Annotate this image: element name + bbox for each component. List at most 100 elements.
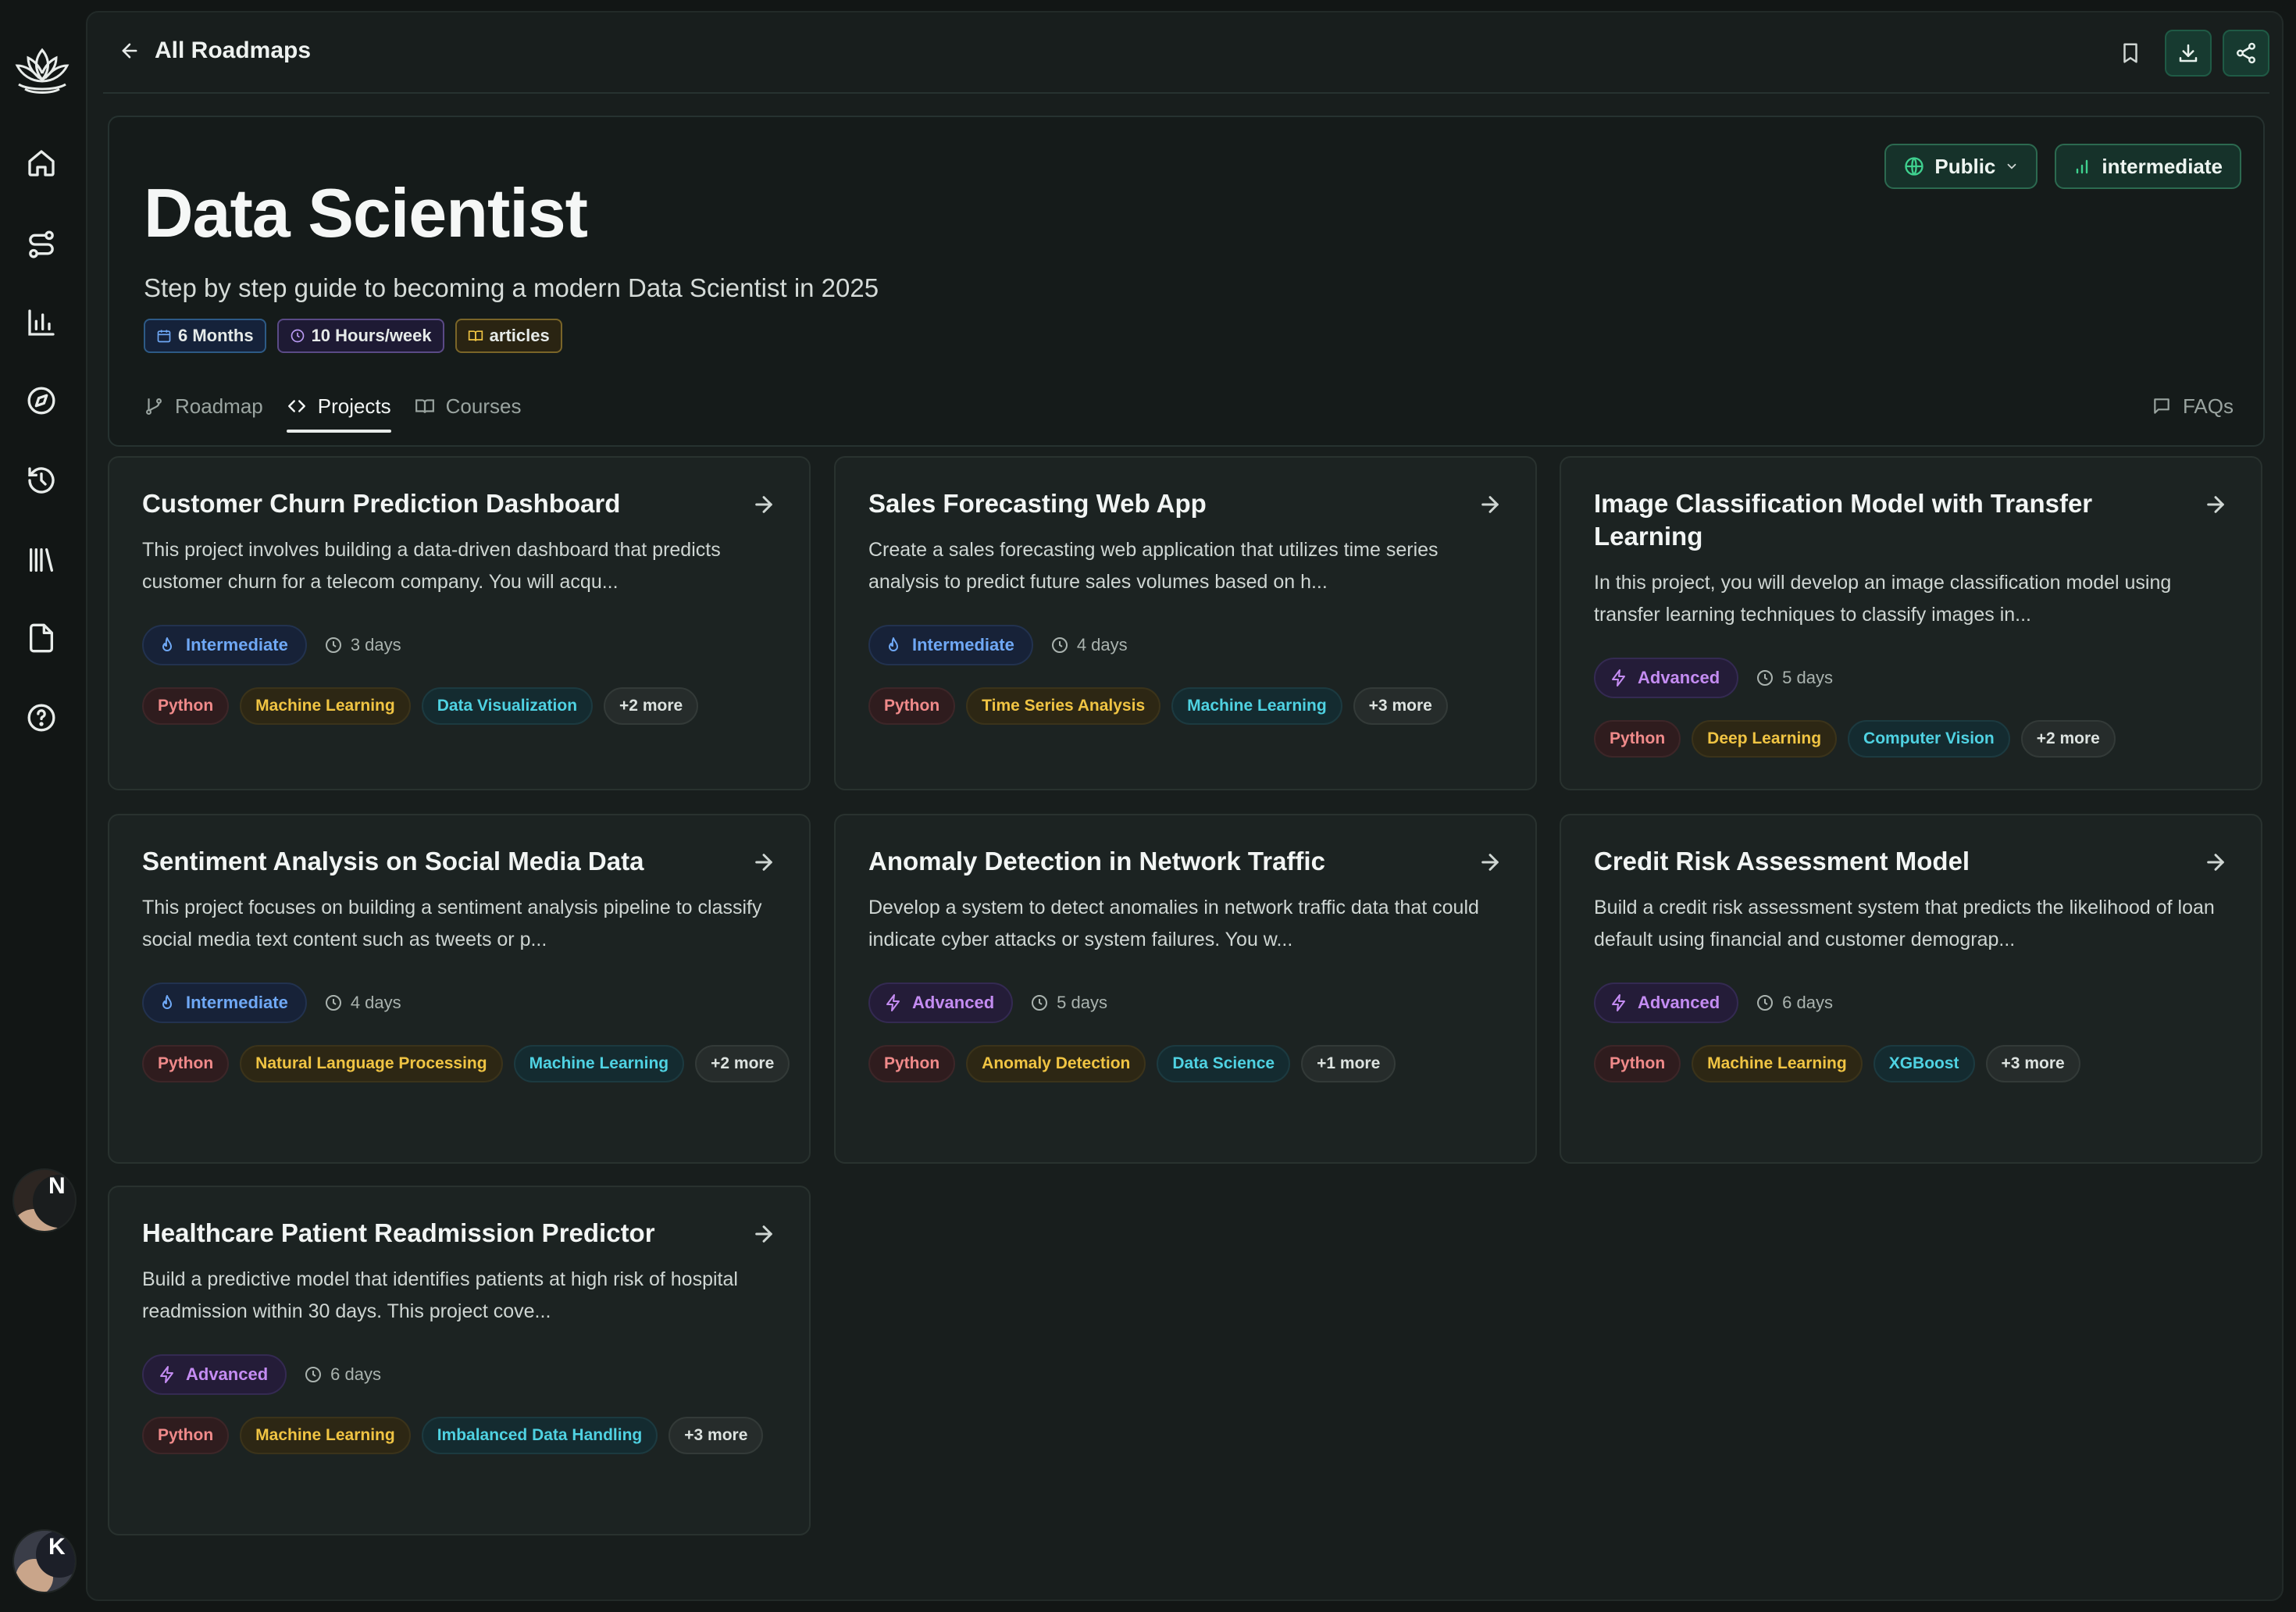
- bookmark-button[interactable]: [2107, 30, 2154, 77]
- project-card[interactable]: Image Classification Model with Transfer…: [1560, 456, 2262, 790]
- skill-tag: Python: [142, 1045, 230, 1082]
- arrow-right-icon[interactable]: [751, 850, 776, 875]
- tab-faqs[interactable]: FAQs: [2152, 380, 2234, 433]
- skill-tag: Machine Learning: [240, 687, 411, 725]
- back-link[interactable]: All Roadmaps: [119, 37, 311, 64]
- arrow-right-icon[interactable]: [1478, 850, 1503, 875]
- duration: 5 days: [1756, 668, 1833, 688]
- arrow-right-icon[interactable]: [751, 492, 776, 517]
- file-icon[interactable]: [22, 619, 61, 658]
- compass-icon[interactable]: [22, 381, 61, 420]
- more-tags-badge[interactable]: +1 more: [1301, 1045, 1396, 1082]
- code-icon: [287, 400, 305, 412]
- history-icon[interactable]: [22, 461, 61, 500]
- project-title[interactable]: Image Classification Model with Transfer…: [1594, 487, 2187, 553]
- calendar-icon: [157, 330, 171, 343]
- duration: 6 days: [1756, 993, 1833, 1013]
- skill-tag: XGBoost: [1873, 1045, 1975, 1082]
- help-icon[interactable]: [22, 698, 61, 737]
- tag-list: Python Anomaly Detection Data Science +1 mo…: [868, 1045, 1517, 1082]
- zap-icon: [160, 1366, 173, 1383]
- project-card[interactable]: Customer Churn Prediction Dashboard This …: [108, 456, 811, 790]
- tab-projects-label: Projects: [317, 394, 391, 418]
- difficulty-label: Intermediate: [186, 993, 288, 1012]
- arrow-right-icon[interactable]: [2203, 492, 2228, 517]
- project-card[interactable]: Sentiment Analysis on Social Media Data T…: [108, 814, 811, 1164]
- skill-tag: Natural Language Processing: [240, 1045, 503, 1082]
- format-badge: articles: [455, 319, 562, 353]
- tag-list: Python Machine Learning Data Visualization…: [142, 687, 790, 725]
- duration: 5 days: [1030, 993, 1107, 1013]
- more-tags-badge[interactable]: +3 more: [668, 1417, 764, 1454]
- tab-roadmap-label: Roadmap: [175, 394, 263, 418]
- bookmark-icon: [2123, 43, 2137, 63]
- book-open-icon: [468, 330, 483, 341]
- avatar-initial: N: [48, 1173, 66, 1199]
- zap-icon: [886, 994, 900, 1011]
- app: N K All Roadmaps Data Scientist Step by …: [0, 0, 2296, 1612]
- home-icon[interactable]: [22, 144, 61, 183]
- arrow-right-icon[interactable]: [751, 1221, 776, 1246]
- tab-projects[interactable]: Projects: [286, 380, 391, 433]
- git-branch-icon: [146, 398, 162, 415]
- hours-label: 10 Hours/week: [311, 326, 432, 345]
- more-tags-badge[interactable]: +3 more: [1985, 1045, 2080, 1082]
- bar-chart-icon[interactable]: [22, 303, 61, 342]
- project-title[interactable]: Customer Churn Prediction Dashboard: [142, 487, 736, 520]
- project-title[interactable]: Credit Risk Assessment Model: [1594, 845, 2187, 878]
- project-meta: Intermediate 4 days: [868, 625, 1128, 665]
- clock-icon: [1051, 637, 1068, 653]
- level-label: intermediate: [2102, 154, 2223, 178]
- tag-list: Python Machine Learning XGBoost +3 more: [1594, 1045, 2242, 1082]
- project-description: This project focuses on building a senti…: [142, 897, 762, 950]
- flame-icon: [162, 995, 172, 1009]
- more-tags-badge[interactable]: +2 more: [604, 687, 699, 725]
- project-title[interactable]: Sentiment Analysis on Social Media Data: [142, 845, 736, 878]
- avatar[interactable]: N: [12, 1168, 77, 1232]
- project-title[interactable]: Anomaly Detection in Network Traffic: [868, 845, 1462, 878]
- project-description: This project involves building a data-dr…: [142, 539, 721, 593]
- skill-tag: Deep Learning: [1692, 720, 1838, 758]
- zap-icon: [1612, 669, 1625, 687]
- more-tags-badge[interactable]: +2 more: [2020, 720, 2116, 758]
- download-button[interactable]: [2165, 30, 2212, 77]
- top-actions: [2107, 30, 2269, 77]
- tag-list: Python Machine Learning Imbalanced Data Ha…: [142, 1417, 790, 1454]
- project-title[interactable]: Healthcare Patient Readmission Predictor: [142, 1217, 736, 1250]
- project-card[interactable]: Sales Forecasting Web App Create a sales …: [834, 456, 1537, 790]
- share-button[interactable]: [2223, 30, 2269, 77]
- arrow-right-icon[interactable]: [1478, 492, 1503, 517]
- skill-tag: Machine Learning: [240, 1417, 411, 1454]
- difficulty-badge: Advanced: [1594, 983, 1739, 1023]
- project-card[interactable]: Healthcare Patient Readmission Predictor…: [108, 1186, 811, 1535]
- tab-courses[interactable]: Courses: [415, 380, 521, 433]
- clock-icon: [325, 637, 341, 653]
- project-description: In this project, you will develop an ima…: [1594, 572, 2172, 626]
- route-icon[interactable]: [22, 225, 61, 264]
- duration-label: 5 days: [1057, 993, 1107, 1012]
- difficulty-badge: Intermediate: [868, 625, 1033, 665]
- avatar-initial: K: [48, 1534, 66, 1560]
- difficulty-label: Advanced: [186, 1364, 269, 1384]
- skill-tag: Python: [1594, 1045, 1681, 1082]
- avatar[interactable]: K: [12, 1529, 77, 1593]
- project-title[interactable]: Sales Forecasting Web App: [868, 487, 1462, 520]
- lotus-logo-icon[interactable]: [11, 39, 73, 102]
- level-button[interactable]: intermediate: [2055, 144, 2241, 189]
- more-tags-badge[interactable]: +2 more: [695, 1045, 790, 1082]
- project-card[interactable]: Anomaly Detection in Network Traffic Deve…: [834, 814, 1537, 1164]
- visibility-dropdown[interactable]: Public: [1884, 144, 2038, 189]
- skill-tag: Time Series Analysis: [966, 687, 1161, 725]
- roadmap-header: Data Scientist Step by step guide to bec…: [108, 116, 2265, 447]
- more-tags-badge[interactable]: +3 more: [1353, 687, 1448, 725]
- project-card[interactable]: Credit Risk Assessment Model Build a cred…: [1560, 814, 2262, 1164]
- arrow-right-icon[interactable]: [2203, 850, 2228, 875]
- tab-roadmap[interactable]: Roadmap: [144, 380, 263, 433]
- share-icon: [2237, 42, 2255, 64]
- tab-bar: Roadmap Projects Courses: [144, 380, 521, 433]
- book-open-icon: [415, 399, 434, 413]
- library-icon[interactable]: [22, 540, 61, 580]
- difficulty-badge: Intermediate: [142, 983, 307, 1023]
- project-meta: Intermediate 3 days: [142, 625, 401, 665]
- chevron-down-icon: [2007, 163, 2016, 169]
